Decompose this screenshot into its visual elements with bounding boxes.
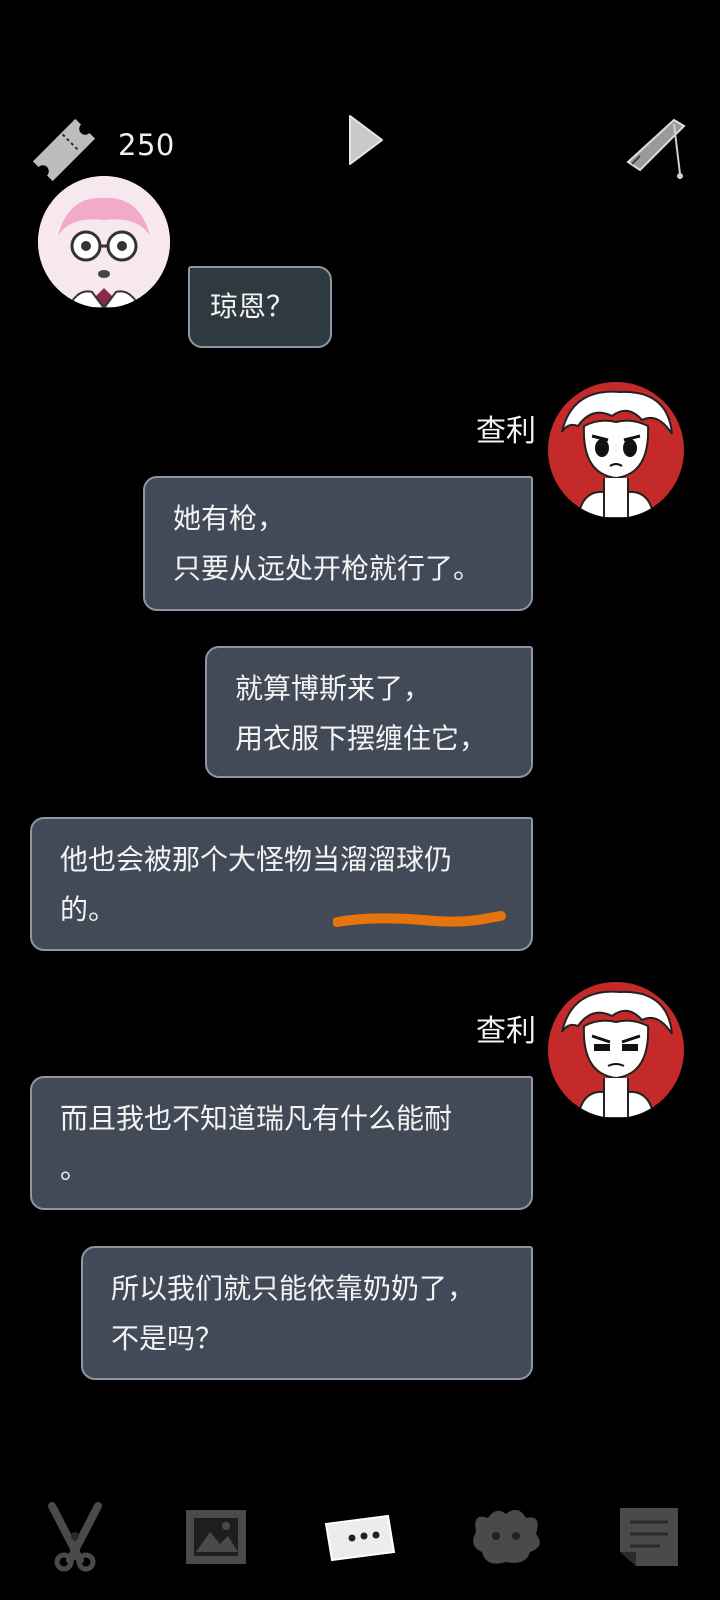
message-line: 用衣服下摆缠住它， (235, 722, 488, 755)
highlight-underline (332, 908, 507, 928)
message-line: 他也会被那个大怪物当溜溜球仍 (60, 843, 453, 876)
message-line: 她有枪， (173, 502, 286, 535)
notes-icon[interactable] (614, 1502, 684, 1572)
message-line: 就算博斯来了， (235, 672, 432, 705)
scissors-icon[interactable] (40, 1502, 110, 1572)
glasses-girl-avatar (38, 176, 170, 308)
ticket-count: 250 (118, 128, 175, 162)
chat-icon[interactable] (318, 1502, 402, 1572)
play-icon[interactable] (346, 110, 386, 170)
monster-icon[interactable] (466, 1502, 546, 1572)
message-bubble: 他也会被那个大怪物当溜溜球仍 的。 (30, 817, 533, 951)
message-line: 所以我们就只能依靠奶奶了， (111, 1272, 476, 1305)
charlie-avatar (548, 382, 684, 518)
message-line: 只要从远处开枪就行了。 (173, 552, 482, 585)
gallery-icon[interactable] (182, 1502, 252, 1572)
sender-name: 查利 (476, 414, 536, 449)
message-bubble: 她有枪， 只要从远处开枪就行了。 (143, 476, 533, 611)
charlie-avatar (548, 982, 684, 1118)
message-text: 琼恩？ (210, 290, 295, 323)
message-line: 而且我也不知道瑞凡有什么能耐 (60, 1102, 453, 1135)
message-line: 不是吗？ (111, 1322, 224, 1355)
message-bubble: 而且我也不知道瑞凡有什么能耐 。 (30, 1076, 533, 1210)
message-bubble: 就算博斯来了， 用衣服下摆缠住它， (205, 646, 533, 778)
sender-name: 查利 (476, 1014, 536, 1049)
message-bubble: 所以我们就只能依靠奶奶了， 不是吗？ (81, 1246, 533, 1380)
quill-icon[interactable] (622, 112, 692, 182)
message-bubble: 琼恩？ (188, 266, 332, 348)
message-line: 。 (60, 1152, 89, 1185)
